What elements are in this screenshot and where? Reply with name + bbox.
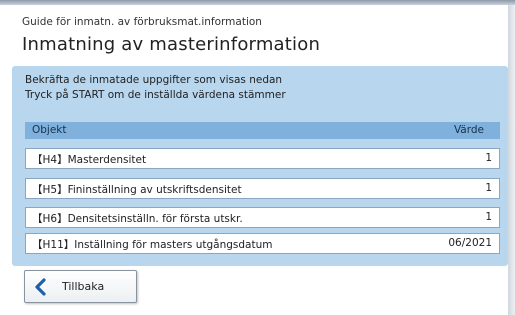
instruction-line-1: Bekräfta de inmatade uppgifter som visas… xyxy=(25,74,283,86)
table-row-h4: 【H4】Masterdensitet 1 xyxy=(25,148,500,169)
row-label: 【H11】Inställning för masters utgångsdatu… xyxy=(32,239,273,251)
back-button-label: Tillbaka xyxy=(62,280,105,293)
table-header: Objekt Värde xyxy=(25,122,500,139)
row-label: 【H6】Densitetsinställn. för första utskr. xyxy=(32,213,243,225)
instruction-line-2: Tryck på START om de inställda värdena s… xyxy=(25,89,286,101)
table-row-h5: 【H5】Fininställning av utskriftsdensitet … xyxy=(25,178,500,199)
table-row-h6: 【H6】Densitetsinställn. för första utskr.… xyxy=(25,207,500,228)
column-header-object: Objekt xyxy=(32,124,67,136)
column-header-value: Värde xyxy=(453,124,484,136)
row-value: 06/2021 xyxy=(448,237,492,249)
guide-subtitle: Guide för inmatn. av förbruksmat.informa… xyxy=(22,16,262,28)
row-value: 1 xyxy=(485,152,492,164)
row-label: 【H4】Masterdensitet xyxy=(32,154,147,166)
chevron-left-icon xyxy=(35,278,46,296)
window-right-border xyxy=(508,5,515,315)
page-title: Inmatning av masterinformation xyxy=(22,34,321,55)
window-top-border xyxy=(0,0,515,5)
row-value: 1 xyxy=(485,211,492,223)
row-label: 【H5】Fininställning av utskriftsdensitet xyxy=(32,184,242,196)
confirmation-panel: Bekräfta de inmatade uppgifter som visas… xyxy=(12,66,508,266)
instruction-message: Bekräfta de inmatade uppgifter som visas… xyxy=(25,73,286,103)
table-row-h11: 【H11】Inställning för masters utgångsdatu… xyxy=(25,233,500,254)
back-button[interactable]: Tillbaka xyxy=(24,270,137,303)
row-value: 1 xyxy=(485,182,492,194)
